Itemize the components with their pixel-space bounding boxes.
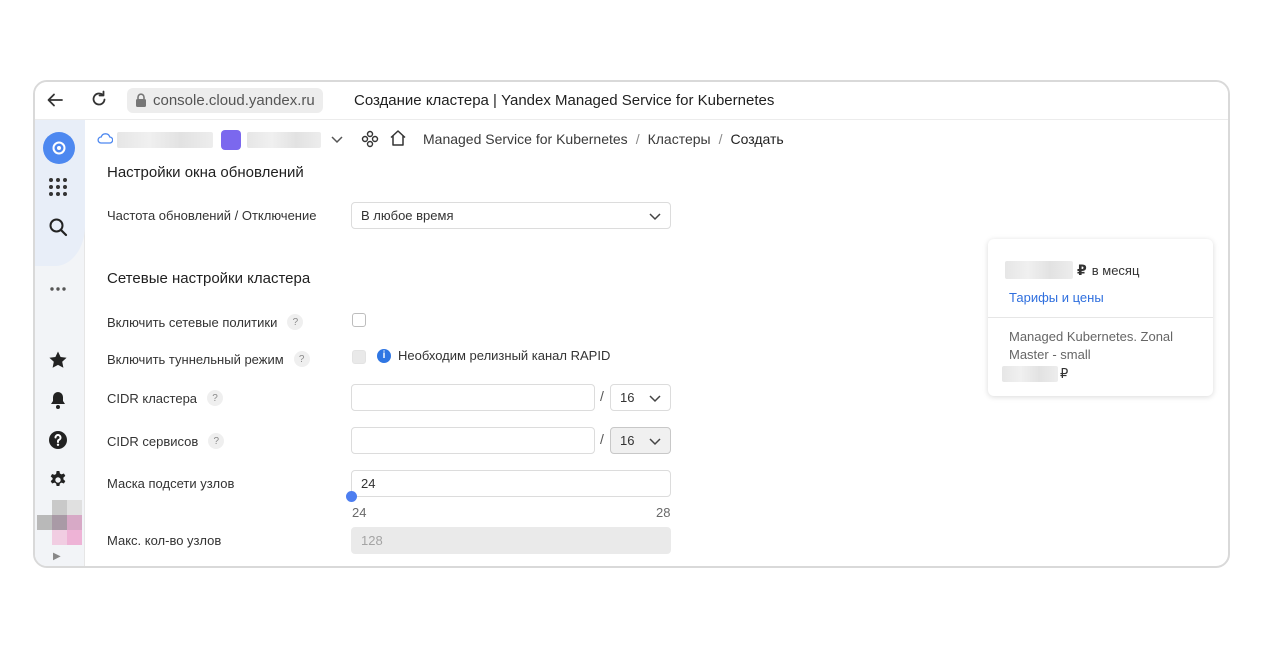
settings-gear-icon[interactable] bbox=[47, 469, 69, 491]
chevron-down-icon bbox=[649, 395, 661, 403]
network-policies-checkbox[interactable] bbox=[352, 313, 366, 327]
service-price-redacted bbox=[1002, 366, 1058, 382]
info-icon: i bbox=[377, 348, 391, 363]
left-rail: ▶ bbox=[35, 120, 85, 566]
bell-icon[interactable] bbox=[47, 389, 69, 411]
yandex-cloud-logo-icon[interactable] bbox=[43, 132, 75, 164]
slider-min-label: 24 bbox=[352, 505, 367, 520]
network-policies-label: Включить сетевые политики? bbox=[107, 314, 304, 330]
more-icon[interactable] bbox=[47, 278, 69, 300]
tariffs-link[interactable]: Тарифы и цены bbox=[1009, 290, 1104, 305]
update-frequency-select[interactable]: В любое время bbox=[351, 202, 671, 229]
tunnel-mode-checkbox[interactable] bbox=[352, 350, 366, 364]
search-icon[interactable] bbox=[47, 216, 69, 238]
cluster-cidr-mask-select[interactable]: 16 bbox=[610, 384, 671, 411]
max-nodes-input: 128 bbox=[351, 527, 671, 554]
node-subnet-mask-label: Маска подсети узлов bbox=[107, 476, 235, 491]
update-frequency-label: Частота обновлений / Отключение bbox=[107, 208, 317, 223]
service-cidr-mask-select[interactable]: 16 bbox=[610, 427, 671, 454]
cluster-cidr-label: CIDR кластера? bbox=[107, 390, 224, 406]
service-cidr-label: CIDR сервисов? bbox=[107, 433, 225, 449]
chevron-down-icon bbox=[649, 438, 661, 446]
star-icon[interactable] bbox=[47, 349, 69, 371]
ruble-sign: ₽ bbox=[1060, 366, 1069, 381]
reload-icon[interactable] bbox=[89, 89, 109, 109]
cluster-cidr-input[interactable] bbox=[351, 384, 595, 411]
ruble-sign: ₽ bbox=[1077, 261, 1087, 278]
help-icon[interactable] bbox=[47, 429, 69, 451]
slider-max-label: 28 bbox=[656, 505, 671, 520]
node-subnet-mask-input[interactable]: 24 bbox=[351, 470, 671, 497]
back-arrow-icon[interactable] bbox=[45, 90, 65, 110]
avatar[interactable] bbox=[37, 500, 83, 546]
help-question-icon[interactable]: ? bbox=[207, 390, 224, 406]
service-cidr-input[interactable] bbox=[351, 427, 595, 454]
chevron-down-icon bbox=[649, 213, 661, 221]
services-grid-icon[interactable] bbox=[47, 176, 69, 198]
monthly-price-redacted bbox=[1005, 261, 1073, 279]
service-line: Managed Kubernetes. Zonal Master - small bbox=[1009, 329, 1174, 362]
tunnel-mode-note: i Необходим релизный канал RAPID bbox=[377, 348, 610, 363]
help-question-icon[interactable]: ? bbox=[293, 351, 310, 367]
help-question-icon[interactable]: ? bbox=[287, 314, 304, 330]
price-card: ₽ в месяц Тарифы и цены Managed Kubernet… bbox=[988, 239, 1213, 396]
browser-window: console.cloud.yandex.ru Создание кластер… bbox=[33, 80, 1230, 568]
help-question-icon[interactable]: ? bbox=[208, 433, 225, 449]
expand-rail-icon[interactable]: ▶ bbox=[53, 551, 61, 562]
per-month-text: в месяц bbox=[1091, 262, 1140, 278]
tunnel-mode-label: Включить туннельный режим? bbox=[107, 351, 310, 367]
update-window-heading: Настройки окна обновлений bbox=[107, 164, 304, 181]
node-subnet-mask-slider[interactable] bbox=[346, 491, 357, 502]
max-nodes-label: Макс. кол-во узлов bbox=[107, 533, 222, 548]
network-settings-heading: Сетевые настройки кластера bbox=[107, 270, 311, 287]
